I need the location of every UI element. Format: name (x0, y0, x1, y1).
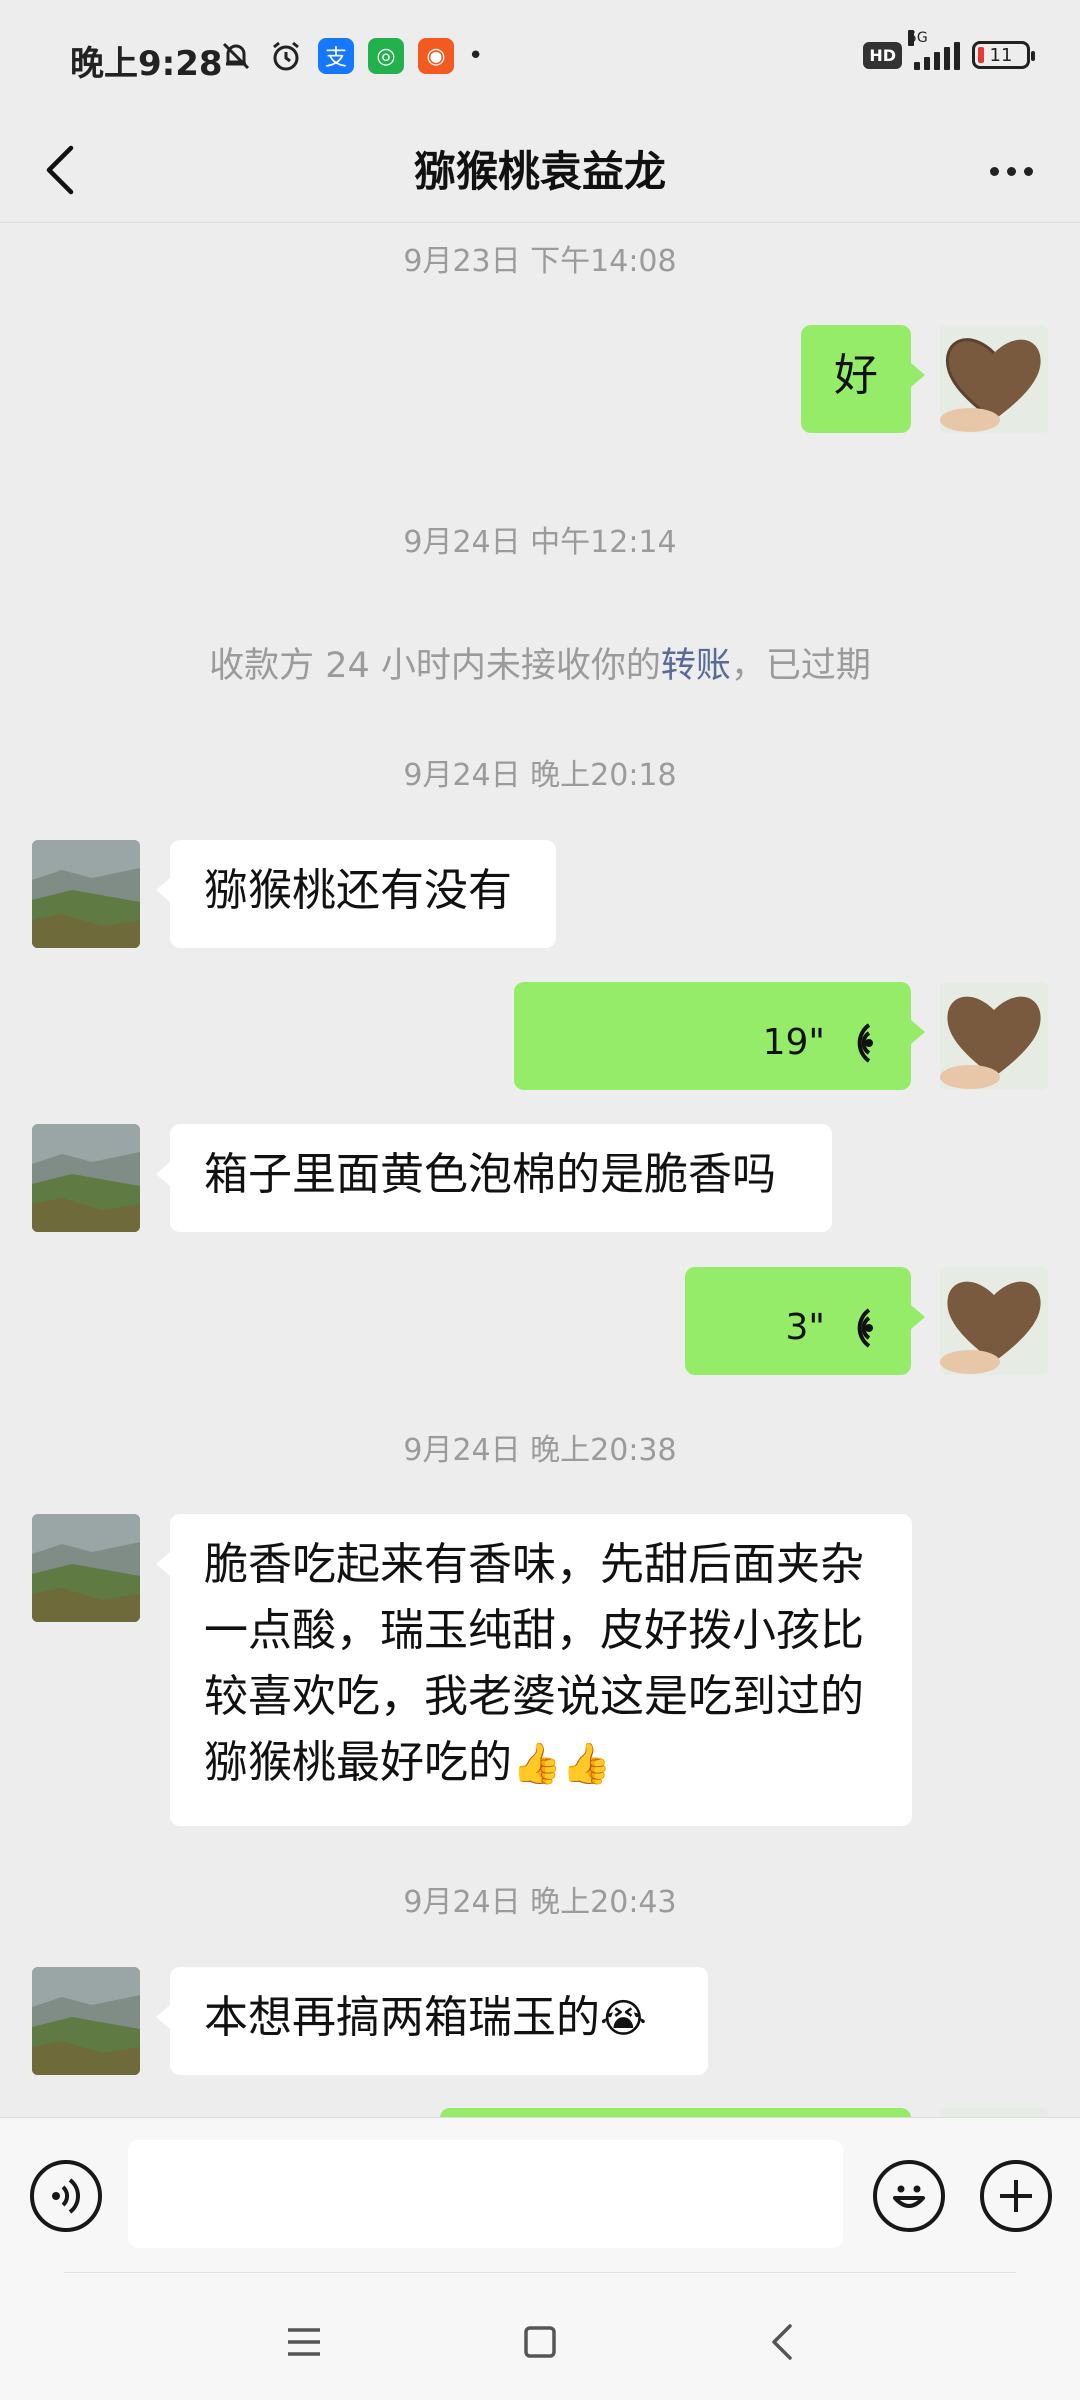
voice-input-button[interactable] (30, 2160, 102, 2232)
voice-wave-icon (857, 1308, 873, 1348)
avatar-contact[interactable] (32, 840, 140, 948)
app-green-icon: ◎ (368, 38, 404, 74)
emoji-button[interactable] (873, 2160, 945, 2232)
chat-title: 猕猴桃袁益龙 (413, 147, 666, 196)
input-bar (0, 2117, 1080, 2273)
chat-header: 猕猴桃袁益龙 (0, 118, 1080, 223)
timestamp: 9月24日 晚上20:38 (403, 1433, 677, 1468)
battery-icon: 11 (972, 41, 1035, 69)
avatar-self-partial[interactable] (940, 2108, 1048, 2117)
smiley-icon (893, 2185, 925, 2208)
message-text: 箱子里面黄色泡棉的是脆香吗 (204, 1149, 776, 1200)
avatar-contact[interactable] (32, 1124, 140, 1232)
thumbs-up-emoji: 👍👍 (512, 1741, 612, 1787)
avatar-self[interactable] (940, 325, 1048, 433)
message-bubble-contact[interactable]: 猕猴桃还有没有 (156, 840, 556, 948)
notice-text: ，已过期 (730, 646, 871, 686)
status-time: 晚上9:28 (70, 44, 223, 84)
message-text: 本想再搞两箱瑞玉的 (204, 1992, 600, 2043)
avatar-self[interactable] (940, 1267, 1048, 1375)
message-bubble-contact[interactable]: 箱子里面黄色泡棉的是脆香吗 (156, 1124, 832, 1232)
message-text: 好 (834, 350, 878, 401)
avatar-contact[interactable] (32, 1514, 140, 1622)
mountain-avatar-image (32, 1967, 140, 2075)
alipay-icon: 支 (318, 38, 354, 74)
kiwi-heart-avatar-image (940, 982, 1048, 1090)
message-text-line: 一点酸，瑞玉纯甜，皮好拨小孩比 (204, 1605, 864, 1656)
chevron-left-icon (772, 2324, 792, 2360)
voice-wave-icon (857, 1023, 873, 1063)
app-orange-icon: ◉ (418, 38, 454, 74)
crying-emoji: 😭 (600, 1996, 647, 2042)
kiwi-heart-avatar-image (940, 1267, 1048, 1375)
more-button[interactable] (976, 146, 1046, 196)
square-home-icon (524, 2326, 556, 2358)
more-notifications-dot-icon: • (468, 41, 484, 71)
system-navigation-bar (0, 2272, 1080, 2400)
menu-lines-icon (288, 2328, 320, 2356)
more-dots-icon (989, 166, 999, 176)
avatar-self[interactable] (940, 982, 1048, 1090)
mountain-avatar-image (32, 1124, 140, 1232)
timestamp: 9月24日 晚上20:43 (403, 1885, 677, 1920)
mute-bell-icon (222, 42, 250, 70)
timestamp: 9月24日 晚上20:18 (403, 758, 677, 793)
network-type: 5G (908, 30, 928, 46)
message-text-line: 较喜欢吃，我老婆说这是吃到过的 (204, 1671, 864, 1722)
message-text-line: 猕猴桃最好吃的 (204, 1737, 512, 1788)
message-bubble-contact[interactable]: 本想再搞两箱瑞玉的😭 (156, 1967, 708, 2075)
kiwi-heart-avatar-image (940, 325, 1048, 433)
notification-icons: 支 ◎ ◉ • (218, 38, 483, 74)
message-input[interactable] (128, 2140, 843, 2248)
transfer-link[interactable]: 转账 (661, 646, 731, 686)
message-bubble-contact[interactable]: 脆香吃起来有香味，先甜后面夹杂 一点酸，瑞玉纯甜，皮好拨小孩比 较喜欢吃，我老婆… (156, 1514, 912, 1826)
voice-duration: 19" (762, 1022, 825, 1063)
notice-text: 收款方 24 小时内未接收你的 (209, 646, 661, 686)
system-back-button[interactable] (752, 2312, 812, 2372)
recent-apps-button[interactable] (274, 2312, 334, 2372)
add-more-button[interactable] (980, 2160, 1052, 2232)
timestamp: 9月23日 下午14:08 (403, 244, 677, 279)
signal-icon: 5G (908, 30, 960, 70)
mountain-avatar-image (32, 840, 140, 948)
message-bubble-self[interactable]: 好 (801, 325, 925, 433)
voice-duration: 3" (785, 1307, 825, 1348)
voice-message-self[interactable]: 19" (514, 982, 925, 1090)
battery-level: 11 (989, 44, 1013, 66)
mountain-avatar-image (32, 1514, 140, 1622)
transfer-expired-notice: 收款方 24 小时内未接收你的转账，已过期 (0, 637, 1080, 688)
message-list[interactable]: 9月23日 下午14:08 好 9月24日 中午12:14 收款方 24 小时内… (0, 222, 1080, 2117)
voice-message-self[interactable]: 3" (685, 1267, 925, 1375)
alarm-icon (273, 41, 299, 71)
voice-wave-icon (52, 2178, 80, 2214)
status-bar: 晚上9:28 支 ◎ ◉ • HD 5G 11 (0, 0, 1080, 118)
plus-icon (1000, 2180, 1032, 2212)
home-button[interactable] (510, 2312, 570, 2372)
message-text: 猕猴桃还有没有 (204, 865, 512, 916)
status-right: HD 5G 11 (863, 30, 1035, 70)
message-bubble-self-partial[interactable] (440, 2108, 911, 2117)
timestamp: 9月24日 中午12:14 (403, 525, 677, 560)
avatar-contact[interactable] (32, 1967, 140, 2075)
hd-badge: HD (863, 41, 902, 69)
message-text-line: 脆香吃起来有香味，先甜后面夹杂 (204, 1539, 864, 1590)
